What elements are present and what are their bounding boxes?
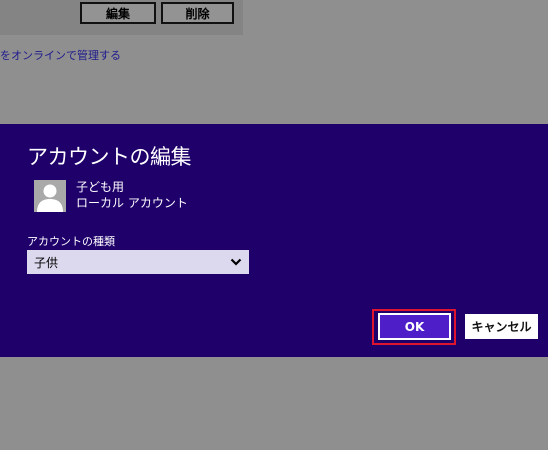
dialog-title: アカウントの編集: [27, 145, 192, 169]
chevron-down-icon: [230, 258, 242, 266]
edit-account-dialog: アカウントの編集 子ども用 ローカル アカウント アカウントの種類 子供 OK …: [0, 124, 548, 357]
manage-online-link[interactable]: をオンラインで管理する: [0, 47, 121, 63]
account-kind: ローカル アカウント: [76, 196, 188, 210]
user-silhouette-icon: [34, 180, 66, 212]
account-type-select[interactable]: 子供: [27, 250, 249, 274]
edit-button[interactable]: 編集: [80, 2, 156, 24]
delete-button[interactable]: 削除: [161, 2, 234, 24]
account-name: 子ども用: [76, 180, 125, 194]
account-type-value: 子供: [34, 255, 59, 270]
ok-button[interactable]: OK: [378, 313, 451, 340]
account-type-label: アカウントの種類: [27, 235, 115, 248]
cancel-button[interactable]: キャンセル: [465, 314, 538, 339]
